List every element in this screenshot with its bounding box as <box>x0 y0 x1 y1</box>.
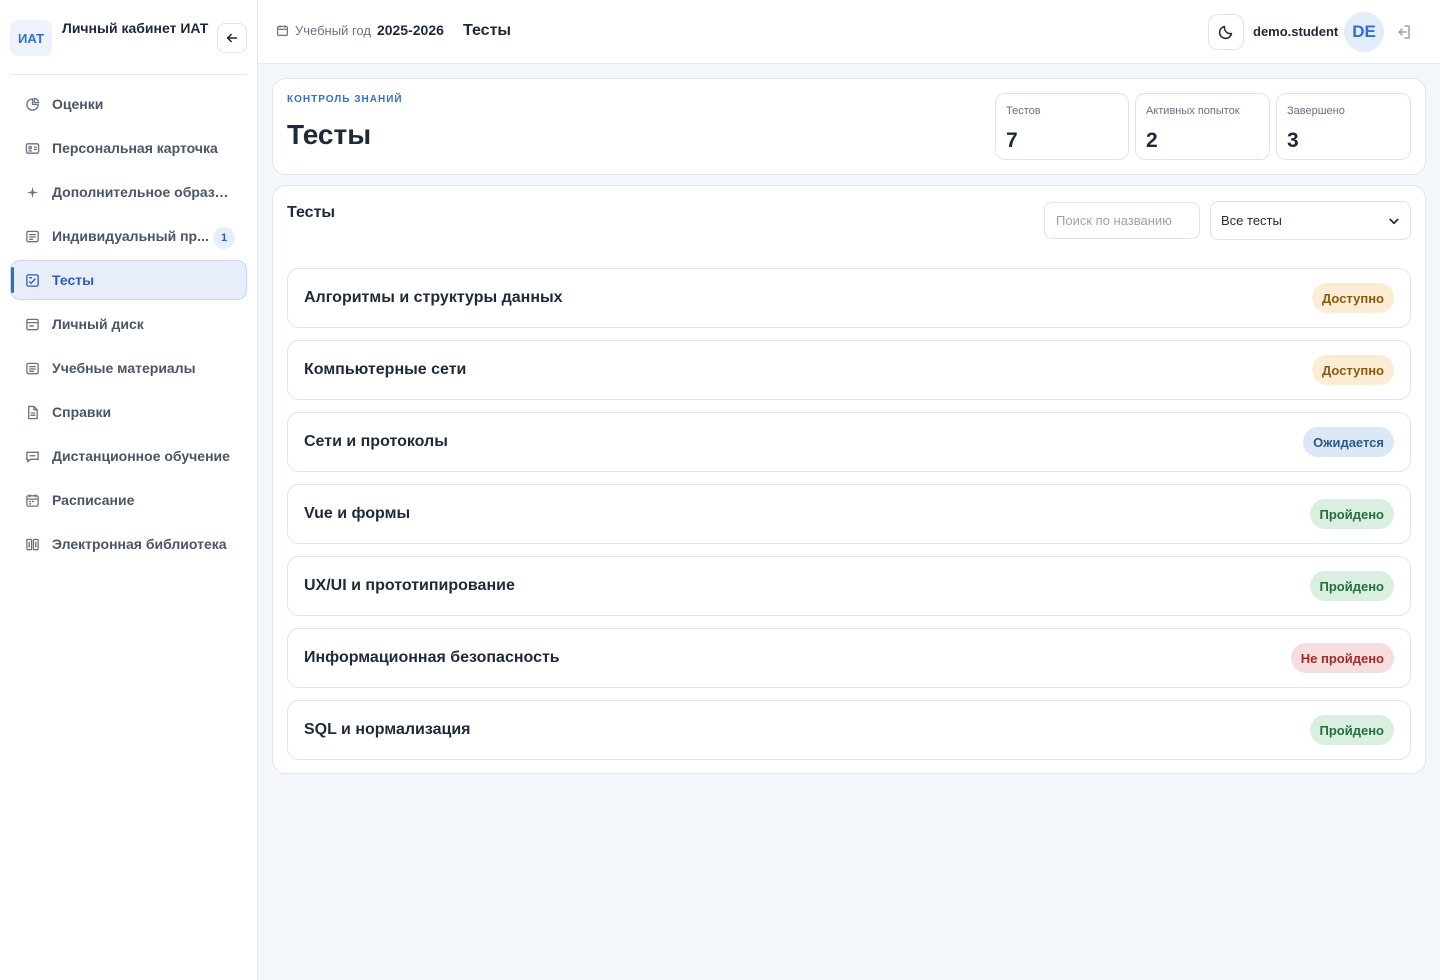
filter-selected-value: Все тесты <box>1221 213 1282 228</box>
status-badge: Пройдено <box>1309 715 1394 745</box>
academic-year-label: Учебный год <box>295 22 371 38</box>
stat-active-attempts: Активных попыток 2 <box>1135 93 1270 160</box>
sidebar-item-personal-card[interactable]: Персональная карточка <box>10 128 247 168</box>
sidebar-item-label: Электронная библиотека <box>52 536 227 552</box>
sidebar-item-label: Личный диск <box>52 316 144 332</box>
test-row[interactable]: Компьютерные сети Доступно <box>287 340 1411 400</box>
collapse-sidebar-button[interactable] <box>217 23 247 53</box>
test-name: Vue и формы <box>304 505 411 522</box>
sidebar-item-additional-education[interactable]: Дополнительное образов... <box>10 172 247 212</box>
test-name: Алгоритмы и структуры данных <box>304 289 563 306</box>
test-icon <box>25 273 40 288</box>
sidebar-item-label: Индивидуальный пр... <box>52 228 209 244</box>
test-name: Сети и протоколы <box>304 433 448 450</box>
status-badge: Доступно <box>1312 355 1394 385</box>
stat-label: Тестов <box>1006 105 1041 117</box>
avatar[interactable]: DE <box>1344 12 1384 52</box>
page-eyebrow: контроль знаний <box>287 94 403 105</box>
sidebar-item-personal-disk[interactable]: Личный диск <box>10 304 247 344</box>
brand-logo: ИАТ <box>10 20 52 56</box>
stat-value: 7 <box>1006 129 1018 152</box>
test-row[interactable]: Vue и формы Пройдено <box>287 484 1411 544</box>
test-row[interactable]: Информационная безопасность Не пройдено <box>287 628 1411 688</box>
section-title: Тесты <box>287 204 336 221</box>
sidebar-item-label: Расписание <box>52 492 135 508</box>
sidebar-item-schedule[interactable]: Расписание <box>10 480 247 520</box>
sidebar-item-distance-learning[interactable]: Дистанционное обучение <box>10 436 247 476</box>
sidebar-item-grades[interactable]: Оценки <box>10 84 247 124</box>
calendar-icon <box>276 24 289 37</box>
chat-icon <box>25 449 40 464</box>
status-badge: Не пройдено <box>1290 643 1394 673</box>
stat-value: 3 <box>1287 129 1299 152</box>
brand: ИАТ Личный кабинет ИАТ <box>10 12 247 75</box>
logout-icon <box>1398 25 1410 39</box>
calendar-icon <box>25 493 40 508</box>
stat-label: Активных попыток <box>1146 105 1240 117</box>
disk-icon <box>25 317 40 332</box>
book-icon <box>25 361 40 376</box>
academic-year-value: 2025-2026 <box>376 22 444 38</box>
stat-value: 2 <box>1146 129 1158 152</box>
search-input[interactable] <box>1044 202 1200 239</box>
chevron-down-icon <box>1388 215 1400 227</box>
topbar: Учебный год 2025-2026 Тесты demo.student… <box>258 0 1440 64</box>
tests-filter-select[interactable]: Все тесты <box>1210 201 1411 240</box>
status-badge: Пройдено <box>1309 499 1394 529</box>
sidebar-item-individual-plan[interactable]: Индивидуальный пр... 1 <box>10 216 247 256</box>
test-row[interactable]: Сети и протоколы Ожидается <box>287 412 1411 472</box>
sidebar-item-label: Оценки <box>52 96 104 112</box>
sidebar: ИАТ Личный кабинет ИАТ Оценки Персональн… <box>0 0 258 980</box>
status-badge: Доступно <box>1312 283 1394 313</box>
test-row[interactable]: UX/UI и прототипирование Пройдено <box>287 556 1411 616</box>
sparkle-icon <box>25 185 40 200</box>
sidebar-item-certificates[interactable]: Справки <box>10 392 247 432</box>
sidebar-item-label: Тесты <box>52 272 95 288</box>
test-name: SQL и нормализация <box>304 721 471 738</box>
topbar-title: Тесты <box>463 22 512 39</box>
status-badge: Пройдено <box>1309 571 1394 601</box>
logout-button[interactable] <box>1394 22 1414 42</box>
stat-completed: Завершено 3 <box>1276 93 1411 160</box>
sidebar-item-label: Дополнительное образов... <box>52 184 234 200</box>
stat-label: Завершено <box>1287 105 1345 117</box>
tests-list-card: Тесты Все тесты Алгоритмы и структуры да… <box>272 185 1426 774</box>
sidebar-item-label: Справки <box>52 404 112 420</box>
file-icon <box>25 405 40 420</box>
test-row[interactable]: Алгоритмы и структуры данных Доступно <box>287 268 1411 328</box>
stat-tests-total: Тестов 7 <box>995 93 1129 160</box>
sidebar-item-label: Дистанционное обучение <box>52 448 230 464</box>
test-name: Информационная безопасность <box>304 649 560 666</box>
sidebar-item-label: Персональная карточка <box>52 140 218 156</box>
arrow-left-icon <box>226 33 238 43</box>
test-name: Компьютерные сети <box>304 361 467 378</box>
page-title: Тесты <box>287 119 372 150</box>
username: demo.student <box>1253 24 1339 39</box>
status-badge: Ожидается <box>1303 427 1394 457</box>
academic-year: Учебный год 2025-2026 <box>276 22 444 38</box>
sidebar-nav: Оценки Персональная карточка Дополнитель… <box>10 84 247 568</box>
sidebar-item-label: Учебные материалы <box>52 360 196 376</box>
pie-chart-icon <box>25 97 40 112</box>
theme-toggle-button[interactable] <box>1208 14 1244 50</box>
sidebar-item-tests[interactable]: Тесты <box>10 260 247 300</box>
notification-badge: 1 <box>213 227 235 249</box>
sidebar-item-e-library[interactable]: Электронная библиотека <box>10 524 247 564</box>
test-row[interactable]: SQL и нормализация Пройдено <box>287 700 1411 760</box>
sidebar-item-study-materials[interactable]: Учебные материалы <box>10 348 247 388</box>
library-icon <box>25 537 40 552</box>
brand-title: Личный кабинет ИАТ <box>62 20 209 36</box>
moon-icon <box>1218 25 1233 40</box>
page-header-card: контроль знаний Тесты Тестов 7 Активных … <box>272 78 1426 175</box>
document-icon <box>25 229 40 244</box>
test-name: UX/UI и прототипирование <box>304 577 515 594</box>
id-card-icon <box>25 141 40 156</box>
